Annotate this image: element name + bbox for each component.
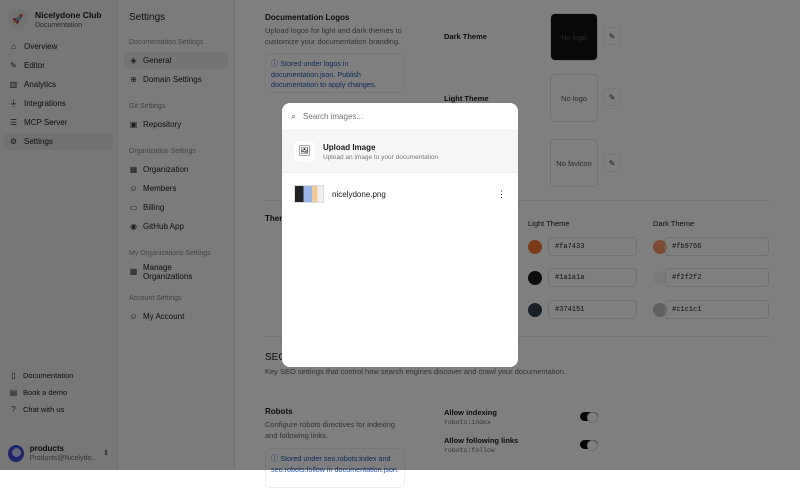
upload-desc: Upload an image to your documentation (323, 153, 439, 161)
image-thumbnail (294, 185, 324, 203)
search-bar: ⌕ (282, 103, 518, 131)
image-picker-modal: ⌕ 🖼 Upload ImageUpload an image to your … (282, 103, 518, 367)
more-vertical-icon[interactable]: ⋮ (497, 189, 506, 200)
image-plus-icon: 🖼 (294, 141, 315, 162)
search-icon: ⌕ (291, 111, 297, 121)
upload-title: Upload Image (323, 142, 376, 152)
image-list-item[interactable]: nicelydone.png ⋮ (282, 173, 518, 215)
search-input[interactable] (303, 112, 509, 121)
file-name: nicelydone.png (332, 189, 386, 199)
upload-image-option[interactable]: 🖼 Upload Image Upload an image to your do… (282, 131, 518, 173)
